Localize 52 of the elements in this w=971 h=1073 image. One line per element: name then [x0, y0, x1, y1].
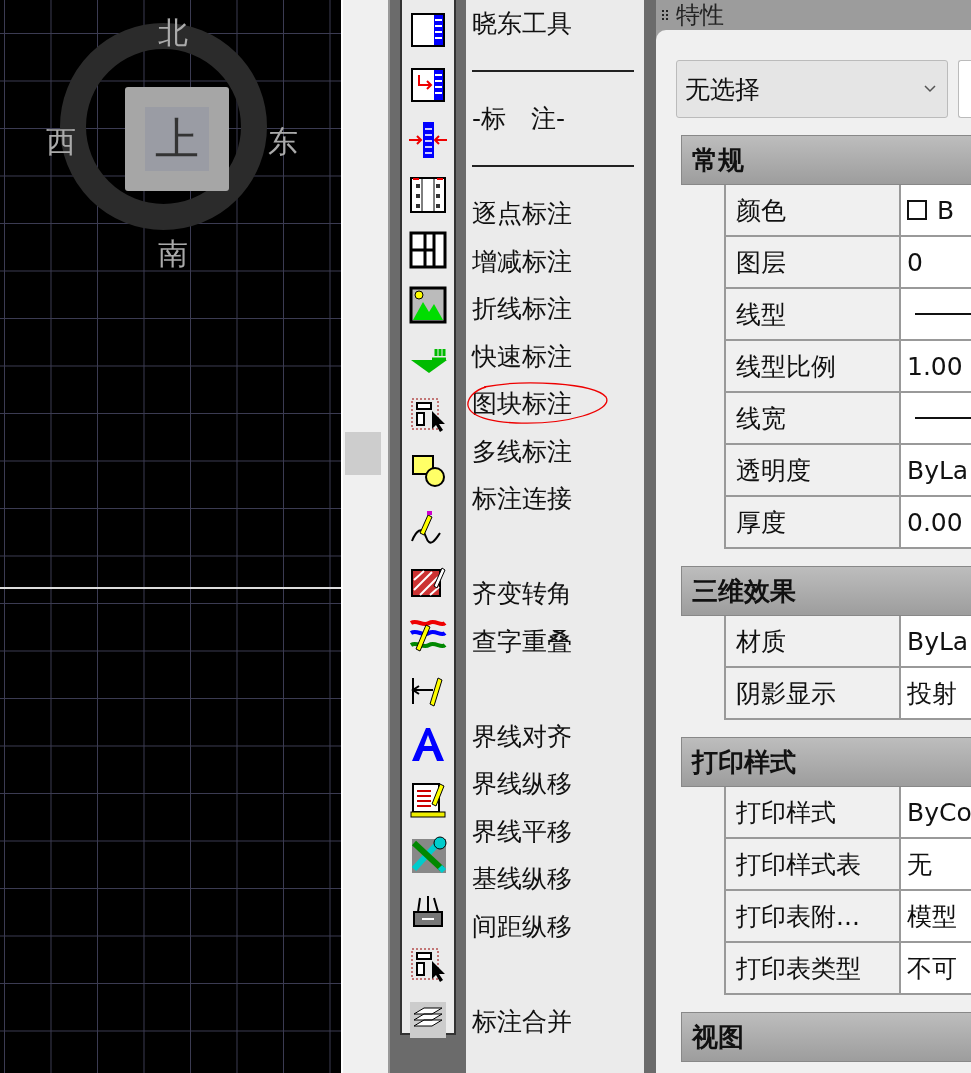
- layers-icon[interactable]: [408, 999, 448, 1040]
- section-header[interactable]: 视图: [681, 1012, 971, 1062]
- menu-item[interactable]: 逐点标注: [472, 200, 572, 228]
- grid-icon[interactable]: [408, 174, 448, 215]
- property-value[interactable]: 0.00: [901, 497, 971, 547]
- menu-item[interactable]: 快速标注: [472, 342, 572, 370]
- property-value[interactable]: 无: [901, 839, 971, 889]
- compass-label[interactable]: 西: [46, 127, 76, 157]
- property-value[interactable]: 不可: [901, 943, 971, 993]
- section-header[interactable]: 常规: [681, 135, 971, 185]
- property-value[interactable]: 投射: [901, 668, 971, 718]
- menu-item[interactable]: 基线纵移: [472, 865, 572, 893]
- picture-icon[interactable]: [408, 284, 448, 325]
- scrollbar-thumb[interactable]: [345, 432, 381, 475]
- property-value[interactable]: 0: [901, 237, 971, 287]
- property-value[interactable]: ByLa: [901, 445, 971, 495]
- property-value[interactable]: B: [901, 185, 971, 235]
- section-header[interactable]: 打印样式: [681, 737, 971, 787]
- menu-item[interactable]: 界线纵移: [472, 770, 572, 798]
- property-value[interactable]: [901, 289, 971, 339]
- menu-item[interactable]: 增减标注: [472, 247, 572, 275]
- palette-title: 特性: [676, 3, 724, 27]
- property-value[interactable]: ByLa: [901, 616, 971, 666]
- menu-item[interactable]: 图块标注: [472, 390, 572, 418]
- menu-item[interactable]: 齐变转角: [472, 580, 572, 608]
- compass-label[interactable]: 北: [158, 18, 188, 48]
- squeeze-arrows-icon[interactable]: [408, 119, 448, 160]
- property-value[interactable]: ByCo: [901, 787, 971, 837]
- menu-item[interactable]: 晓东工具: [472, 10, 572, 38]
- menu-item[interactable]: 间距纵移: [472, 912, 572, 940]
- menu-item[interactable]: 多线标注: [472, 437, 572, 465]
- compass-label[interactable]: 南: [158, 239, 188, 269]
- chevron-down-icon: [923, 84, 937, 94]
- menu-item[interactable]: 标注连接: [472, 485, 572, 513]
- section-header[interactable]: 三维效果: [681, 566, 971, 616]
- compass-label[interactable]: 东: [268, 127, 298, 157]
- line-sample: [915, 313, 971, 315]
- selection-dropdown[interactable]: 无选择: [676, 60, 948, 118]
- property-value[interactable]: [901, 393, 971, 443]
- property-value[interactable]: 模型: [901, 891, 971, 941]
- line-sample: [915, 417, 971, 419]
- view-cube-face[interactable]: 上: [125, 87, 229, 191]
- menu-item[interactable]: 查字重叠: [472, 627, 572, 655]
- color-swatch: [907, 200, 927, 220]
- columns-icon[interactable]: [408, 229, 448, 270]
- menu-item[interactable]: 界线平移: [472, 817, 572, 845]
- property-value[interactable]: 1.00: [901, 341, 971, 391]
- menu-item[interactable]: 标注合并: [472, 1007, 572, 1035]
- grip-icon[interactable]: [662, 10, 668, 20]
- menu-item[interactable]: 折线标注: [472, 295, 572, 323]
- menu-item[interactable]: -标 注-: [472, 105, 566, 133]
- menu-item[interactable]: 界线对齐: [472, 722, 572, 750]
